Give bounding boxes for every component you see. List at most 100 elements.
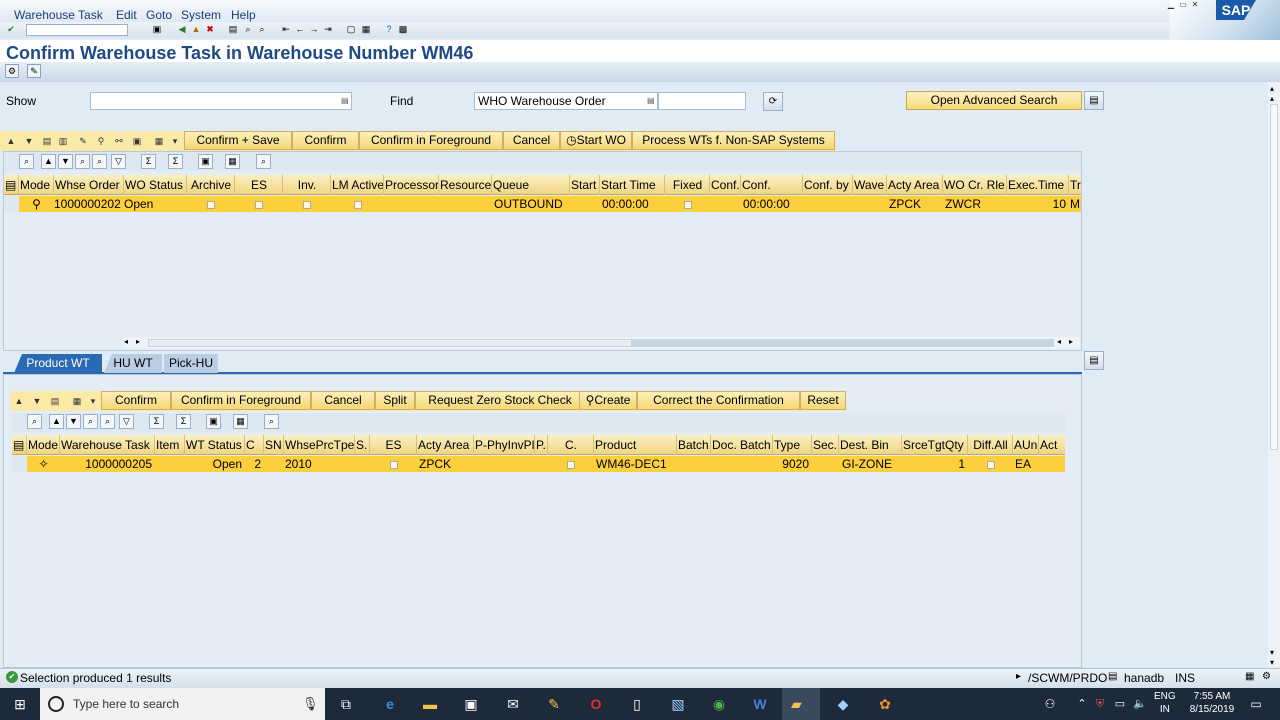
col-p[interactable]: P. [535,435,548,455]
find-next-icon[interactable]: ⌕ [92,154,107,169]
col-act[interactable]: Act [1039,435,1065,455]
col-s[interactable]: S. [355,435,370,455]
find-icon[interactable]: ⌕ [83,414,98,429]
personalize-icon[interactable]: ✎ [27,64,41,78]
clock[interactable]: 7:55 AM 8/15/2019 [1186,690,1238,716]
help-icon[interactable]: ? [384,24,394,35]
export-icon[interactable]: ▦ [233,414,248,429]
tab-product-wt[interactable]: Product WT [14,354,102,373]
subtotal-icon[interactable]: Σ [168,154,183,169]
start-wo-button[interactable]: ◷Start WO [560,131,632,150]
execute-find-button[interactable]: ⟳ [763,92,783,111]
col-aun[interactable]: AUn [1013,435,1039,455]
previous-page-icon[interactable]: ← [295,24,305,35]
find-next-icon[interactable]: ⌕ [100,414,115,429]
print-icon[interactable]: ▣ [130,134,144,148]
scroll-down-icon[interactable]: ▾ [1270,658,1274,667]
col-whse-order[interactable]: Whse Order [54,175,124,195]
cancel-button[interactable]: Cancel [503,131,560,150]
sap-logon-icon[interactable]: ◆ [833,694,853,714]
assign-icon[interactable]: ⚲ [94,134,108,148]
next-page-icon[interactable]: → [309,24,319,35]
menu-more-icon[interactable]: ▾ [168,134,182,148]
notepad-icon[interactable]: ▯ [627,694,647,714]
unassign-icon[interactable]: ⚯ [112,134,126,148]
col-doc-batch[interactable]: Doc. Batch [711,435,773,455]
store-icon[interactable]: ▣ [461,694,481,714]
col-es[interactable]: ES [235,175,283,195]
col-resource[interactable]: Resource [439,175,492,195]
status-layout-icon[interactable]: ▦ [1245,671,1254,682]
c-checkbox[interactable] [548,456,594,472]
confirm-button[interactable]: Confirm [292,131,359,150]
last-page-icon[interactable]: ⇥ [323,24,333,35]
sum-icon[interactable]: Σ [149,414,164,429]
cancel-button-bottom[interactable]: Cancel [311,391,375,410]
find-icon[interactable]: ⌕ [75,154,90,169]
reset-button[interactable]: Reset [800,391,846,410]
details-icon[interactable]: ▤ [40,134,54,148]
expand-icon[interactable]: ▼ [22,134,36,148]
col-whse-prc-tpe[interactable]: WhsePrcTpe [284,435,355,455]
col-conf-by[interactable]: Conf. by [803,175,853,195]
confirm-save-button[interactable]: Confirm + Save [184,131,292,150]
col-diff-all[interactable]: Diff.All [968,435,1013,455]
col-acty-area[interactable]: Acty Area [887,175,943,195]
col-warehouse-task[interactable]: Warehouse Task [60,435,155,455]
confirm-button-bottom[interactable]: Confirm [101,391,171,410]
subtotal-icon[interactable]: Σ [176,414,191,429]
col-exec-time[interactable]: Exec.Time [1007,175,1069,195]
details-icon[interactable]: ▤ [48,394,62,408]
command-field[interactable] [26,24,128,36]
details-icon[interactable]: ⌕ [27,414,42,429]
export-icon[interactable]: ▦ [225,154,240,169]
layout-toggle-icon[interactable]: ▤ [1084,351,1104,370]
sum-icon[interactable]: Σ [141,154,156,169]
scroll-right-end-icon[interactable]: ▸ [1069,337,1073,346]
status-menu-icon[interactable]: ▤ [1108,671,1117,682]
col-lm-active[interactable]: LM Active [331,175,384,195]
filter-icon[interactable]: ▽ [111,154,126,169]
language-indicator[interactable]: ENG IN [1154,690,1176,716]
file-explorer-icon[interactable]: ▬ [420,694,440,714]
tab-hu-wt[interactable]: HU WT [104,354,162,373]
col-inv[interactable]: Inv. [283,175,331,195]
diff-all-checkbox[interactable] [968,456,1013,472]
table-row[interactable]: ⚲ 1000000202 Open OUTBOUND 00:00:00 00:0… [4,196,1081,212]
col-type[interactable]: Type [773,435,812,455]
tree-icon[interactable]: ▥ [56,134,70,148]
shortcut-icon[interactable]: ▦ [361,24,371,35]
archive-checkbox[interactable] [187,196,235,212]
snipping-tool-icon[interactable]: ▧ [668,694,688,714]
lm-active-checkbox[interactable] [331,196,384,212]
dropdown-icon[interactable]: ▤ [647,95,655,107]
enter-icon[interactable]: ✔ [6,24,16,35]
antivirus-icon[interactable]: ⛨ [1090,694,1110,714]
save-icon[interactable]: ▣ [152,24,162,35]
battery-icon[interactable]: ▭ [1110,694,1130,714]
col-es[interactable]: ES [370,435,417,455]
row-selector[interactable] [12,456,27,472]
status-expand-icon[interactable]: ▸ [1016,671,1021,682]
col-product[interactable]: Product [594,435,677,455]
dropdown-icon[interactable]: ▤ [341,95,349,107]
col-dest-bin[interactable]: Dest. Bin [839,435,902,455]
chrome-icon[interactable]: ◉ [709,694,729,714]
scroll-up-icon[interactable]: ▴ [1270,84,1274,93]
sort-asc-icon[interactable]: ▲ [49,414,64,429]
menu-help[interactable]: Help [231,8,256,22]
task-view-icon[interactable]: ⧉ [336,694,356,714]
menu-goto[interactable]: Goto [146,8,172,22]
print-icon[interactable]: ▣ [198,154,213,169]
layout-icon[interactable]: ⌕ [264,414,279,429]
col-p-phyinvpl[interactable]: P-PhyInvPl [474,435,535,455]
find-icon[interactable]: ⌕ [243,24,253,35]
menu-warehouse-task[interactable]: Warehouse Task [14,8,103,22]
correct-confirmation-button[interactable]: Correct the Confirmation [637,391,800,410]
collapse-icon[interactable]: ▲ [4,134,18,148]
es-checkbox[interactable] [235,196,283,212]
col-sec[interactable]: Sec. [812,435,839,455]
confirm-foreground-button-bottom[interactable]: Confirm in Foreground [171,391,311,410]
minimize-icon[interactable]: ▁ [1166,0,1176,9]
inv-checkbox[interactable] [283,196,331,212]
